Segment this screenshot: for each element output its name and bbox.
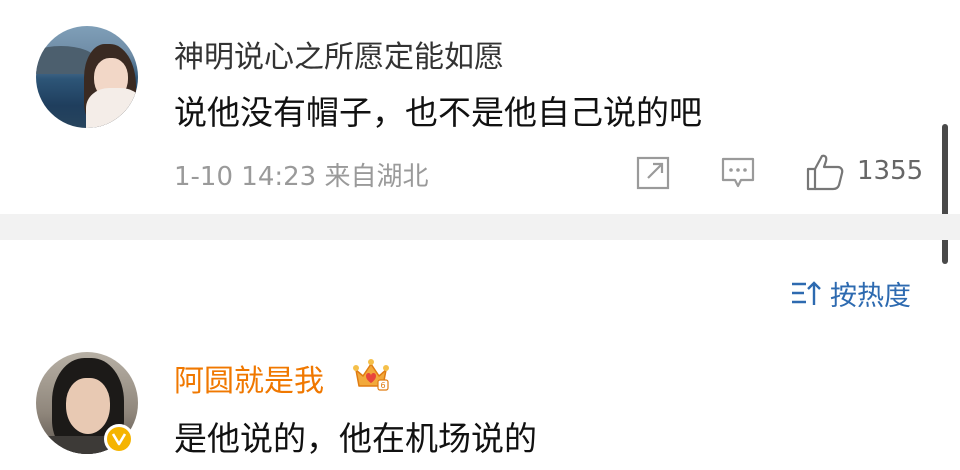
- comment-meta: 1-10 14:23 来自湖北: [174, 162, 429, 192]
- comment-username[interactable]: 阿圆就是我: [174, 356, 324, 400]
- avatar-arm: [86, 88, 138, 128]
- comment-icon[interactable]: [721, 156, 755, 190]
- like-icon[interactable]: [805, 152, 845, 192]
- scrollbar[interactable]: [942, 124, 948, 264]
- section-divider: [0, 214, 960, 240]
- sort-icon: [792, 281, 821, 305]
- share-icon[interactable]: [636, 156, 670, 190]
- sort-by-hot-button[interactable]: 按热度: [790, 276, 911, 312]
- like-count: 1355: [857, 156, 924, 186]
- avatar[interactable]: [36, 26, 138, 128]
- avatar-face: [66, 378, 110, 434]
- svg-text:6: 6: [380, 381, 385, 390]
- crown-icon[interactable]: 6: [352, 356, 390, 392]
- verified-badge-icon: [104, 424, 134, 454]
- comment-text: 说他没有帽子，也不是他自己说的吧: [174, 93, 702, 132]
- comment-text: 是他说的，他在机场说的: [174, 419, 537, 458]
- sort-label: 按热度: [830, 280, 911, 312]
- comment-username[interactable]: 神明说心之所愿定能如愿: [174, 32, 504, 76]
- v-icon: [111, 433, 127, 446]
